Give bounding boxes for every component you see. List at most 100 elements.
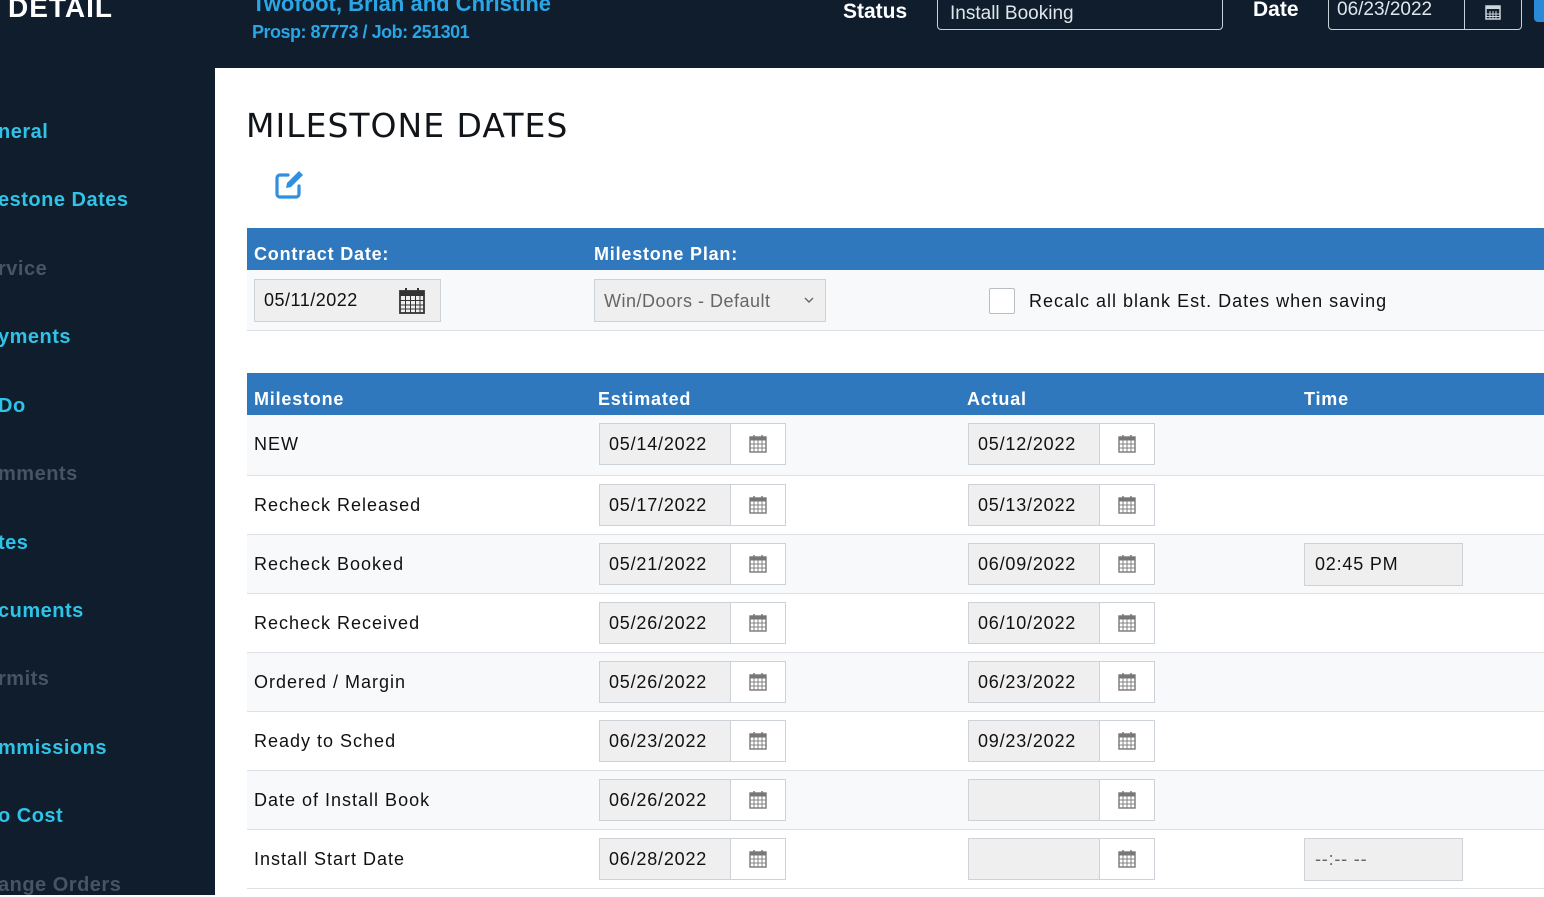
milestone-name: Ready to Sched [254,730,397,751]
actual-date-input[interactable]: 06/09/2022 [968,543,1155,585]
actual-date-input[interactable] [968,838,1155,880]
date-label: Date [1253,0,1299,21]
calendar-icon[interactable] [1100,839,1154,879]
status-value: Install Booking [950,3,1074,24]
time-value: 02:45 PM [1315,554,1399,574]
actual-date-value [969,839,1100,879]
table-row: Date of Install Book 06/26/2022 [247,771,1544,830]
sidebar-item-milestone-dates[interactable]: estone Dates [0,189,129,212]
sidebar-item-notes[interactable]: tes [0,532,28,555]
actual-date-value: 06/23/2022 [969,662,1100,702]
estimated-date-value: 05/21/2022 [600,544,731,584]
actual-date-input[interactable]: 09/23/2022 [968,720,1155,762]
actual-date-value [969,780,1100,820]
sidebar-item-service[interactable]: rvice [0,258,47,281]
estimated-date-input[interactable]: 05/21/2022 [599,543,786,585]
milestone-name: Recheck Received [254,612,421,633]
detail-title: DETAIL [8,0,114,23]
time-input[interactable]: --:-- -- [1304,838,1463,881]
table-row: NEW 05/14/2022 05/12/2022 [247,415,1544,476]
status-field[interactable]: Install Booking [937,0,1223,30]
table-row: Recheck Released 05/17/2022 05/13/2022 [247,476,1544,535]
actual-date-input[interactable]: 06/10/2022 [968,602,1155,644]
milestone-plan-select[interactable]: Win/Doors - Default [594,279,826,322]
calendar-icon[interactable] [1100,603,1154,643]
recalc-label[interactable]: Recalc all blank Est. Dates when saving [1029,291,1387,312]
actual-date-input[interactable]: 05/12/2022 [968,423,1155,465]
actual-date-value: 05/13/2022 [969,485,1100,525]
calendar-icon[interactable] [1100,780,1154,820]
milestones-header-bar: Milestone Estimated Actual Time [247,373,1544,415]
calendar-icon[interactable] [731,721,785,761]
estimated-date-value: 05/14/2022 [600,424,731,464]
estimated-date-value: 05/26/2022 [600,603,731,643]
estimated-date-input[interactable]: 06/28/2022 [599,838,786,880]
actual-date-input[interactable]: 06/23/2022 [968,661,1155,703]
time-input[interactable]: 02:45 PM [1304,543,1463,586]
sidebar-item-payments[interactable]: yments [0,326,71,349]
estimated-date-input[interactable]: 06/23/2022 [599,720,786,762]
estimated-date-input[interactable]: 05/26/2022 [599,602,786,644]
calendar-icon[interactable] [731,424,785,464]
top-edge-button[interactable] [1534,0,1544,22]
contract-date-label: Contract Date: [254,244,390,264]
table-row: Recheck Booked 05/21/2022 06/09/2022 02:… [247,535,1544,594]
milestone-name: Recheck Booked [254,553,405,574]
actual-date-input[interactable] [968,779,1155,821]
calendar-icon[interactable] [731,485,785,525]
sidebar-item-comments[interactable]: mments [0,463,78,486]
milestone-name: NEW [254,434,299,454]
estimated-date-value: 06/26/2022 [600,780,731,820]
milestone-name: Install Start Date [254,848,406,869]
time-value: --:-- -- [1315,849,1368,869]
sidebar-item-general[interactable]: neral [0,121,48,144]
estimated-date-input[interactable]: 05/26/2022 [599,661,786,703]
date-field[interactable]: 06/23/2022 [1328,0,1522,30]
status-label: Status [843,0,908,23]
table-row: Ordered / Margin 05/26/2022 06/23/2022 [247,653,1544,712]
actual-date-value: 09/23/2022 [969,721,1100,761]
actual-date-value: 06/09/2022 [969,544,1100,584]
table-row: Ready to Sched 06/23/2022 09/23/2022 [247,712,1544,771]
calendar-icon[interactable] [731,780,785,820]
column-header-time: Time [1304,389,1349,409]
contract-header-bar: Contract Date: Milestone Plan: [247,228,1544,270]
column-header-milestone: Milestone [254,389,345,409]
calendar-icon[interactable] [731,603,785,643]
estimated-date-input[interactable]: 05/17/2022 [599,484,786,526]
sidebar-item-commissions[interactable]: mmissions [0,737,107,760]
page-title: MILESTONE DATES [246,106,569,145]
table-row: Install Start Date 06/28/2022 --:-- -- [247,830,1544,889]
actual-date-value: 06/10/2022 [969,603,1100,643]
customer-name[interactable]: Twofoot, Brian and Christine [252,0,551,17]
calendar-icon[interactable] [1100,485,1154,525]
calendar-icon[interactable] [1100,544,1154,584]
calendar-icon[interactable] [1100,721,1154,761]
estimated-date-value: 05/17/2022 [600,485,731,525]
sidebar-item-change-orders[interactable]: ange Orders [0,874,121,897]
sidebar-item-to-do[interactable]: Do [0,395,26,418]
calendar-icon[interactable] [731,662,785,702]
estimated-date-value: 06/28/2022 [600,839,731,879]
edit-icon[interactable] [273,169,305,201]
calendar-icon[interactable] [1464,0,1521,29]
sidebar: neral estone Dates rvice yments Do mment… [0,68,215,897]
calendar-icon[interactable] [731,544,785,584]
prosp-job-line[interactable]: Prosp: 87773 / Job: 251301 [252,22,470,43]
estimated-date-value: 05/26/2022 [600,662,731,702]
estimated-date-input[interactable]: 05/14/2022 [599,423,786,465]
calendar-icon[interactable] [398,287,426,320]
column-header-estimated: Estimated [598,389,692,409]
actual-date-input[interactable]: 05/13/2022 [968,484,1155,526]
table-row: Recheck Received 05/26/2022 06/10/2022 [247,594,1544,653]
sidebar-item-permits[interactable]: rmits [0,668,49,691]
recalc-checkbox[interactable] [989,288,1015,314]
contract-date-input[interactable]: 05/11/2022 [254,279,441,322]
sidebar-item-job-cost[interactable]: o Cost [0,805,63,828]
calendar-icon[interactable] [731,839,785,879]
sidebar-item-documents[interactable]: cuments [0,600,84,623]
calendar-icon[interactable] [1100,662,1154,702]
calendar-icon[interactable] [1100,424,1154,464]
estimated-date-input[interactable]: 06/26/2022 [599,779,786,821]
top-bar: DETAIL Twofoot, Brian and Christine Pros… [0,0,1544,68]
